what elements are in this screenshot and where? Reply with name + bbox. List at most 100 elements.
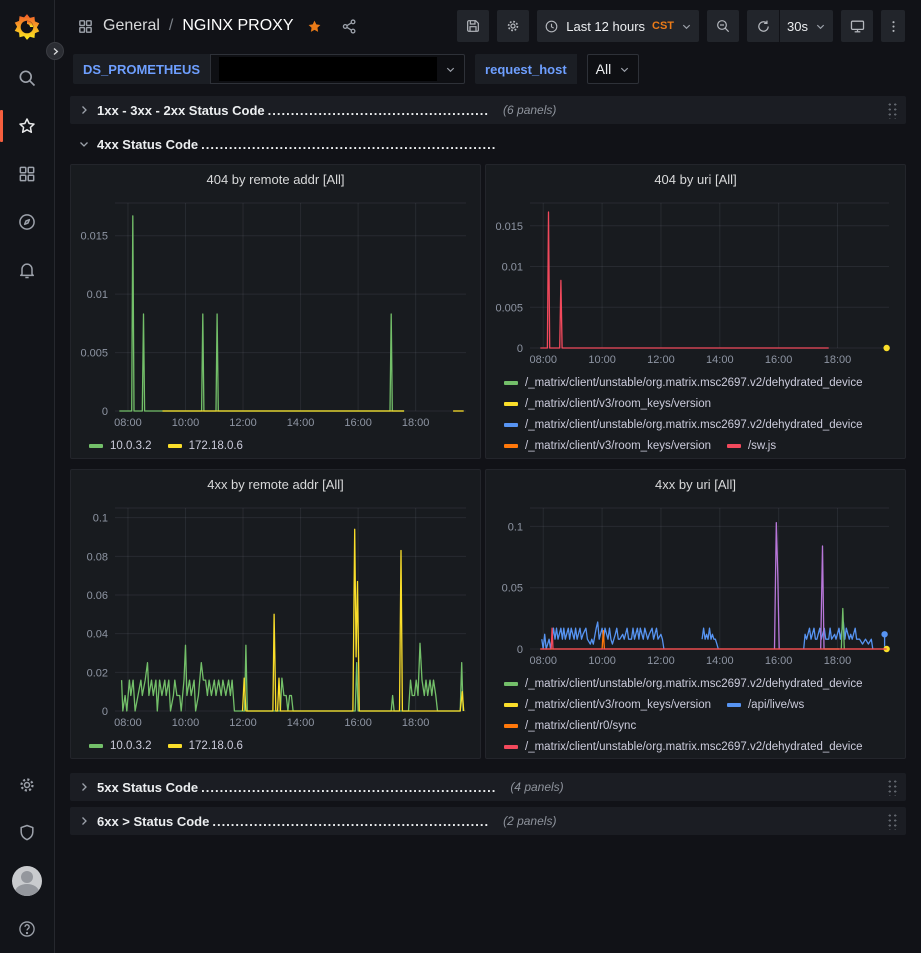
row-title: 4xx Status Code xyxy=(97,137,198,152)
more-options-button[interactable] xyxy=(881,10,905,42)
legend-swatch xyxy=(504,703,518,707)
sidebar-expand-button[interactable] xyxy=(46,42,64,60)
datasource-select[interactable] xyxy=(210,54,465,84)
legend-label: 172.18.0.6 xyxy=(189,740,243,752)
sidebar-item-explore[interactable] xyxy=(0,198,55,246)
sidebar-item-alerting[interactable] xyxy=(0,246,55,294)
panel-title[interactable]: 404 by uri [All] xyxy=(494,172,897,192)
chevron-down-icon xyxy=(815,21,826,32)
breadcrumb-folder[interactable]: General xyxy=(103,17,160,35)
x-tick-label: 08:00 xyxy=(529,655,557,667)
legend-row: /_matrix/client/unstable/org.matrix.msc2… xyxy=(504,414,897,435)
chart-404-by-uri[interactable]: 00.0050.010.01508:0010:0012:0014:0016:00… xyxy=(494,195,897,367)
dashboards-grid-icon xyxy=(17,164,37,184)
legend-item[interactable]: 172.18.0.6 xyxy=(168,740,243,752)
dashboard-settings-button[interactable] xyxy=(497,10,529,42)
sidebar-item-dashboards[interactable] xyxy=(0,150,55,198)
dashboard-toolbar: Last 12 hours CST 30s xyxy=(457,10,905,42)
legend-item[interactable]: /_matrix/client/v3/room_keys/version xyxy=(504,699,711,711)
panel-title[interactable]: 404 by remote addr [All] xyxy=(79,172,472,192)
sidebar-item-profile[interactable] xyxy=(0,857,55,905)
x-tick-label: 08:00 xyxy=(114,717,142,729)
zoom-out-button[interactable] xyxy=(707,10,739,42)
legend-item[interactable]: /_matrix/client/unstable/org.matrix.msc2… xyxy=(504,377,863,389)
legend-swatch xyxy=(504,745,518,749)
series-line xyxy=(119,216,404,411)
legend-swatch xyxy=(504,444,518,448)
sidebar-item-help[interactable] xyxy=(0,905,55,953)
sidebar-item-server-admin[interactable] xyxy=(0,809,55,857)
legend-row: /_matrix/client/v3/room_keys/version/api… xyxy=(504,694,897,715)
row-5xx[interactable]: 5xx Status Code ........................… xyxy=(70,773,906,801)
row-panel-count: (6 panels) xyxy=(503,103,556,117)
x-tick-label: 14:00 xyxy=(706,354,734,366)
x-tick-label: 10:00 xyxy=(588,655,616,667)
datasource-variable-label[interactable]: DS_PROMETHEUS xyxy=(73,54,210,84)
sidebar-item-configuration[interactable] xyxy=(0,761,55,809)
legend-label: 10.0.3.2 xyxy=(110,740,152,752)
legend-row: /_matrix/client/unstable/org.matrix.msc2… xyxy=(504,372,897,393)
kebab-menu-icon xyxy=(886,19,901,34)
panel-4xx-by-remote-addr: 4xx by remote addr [All] 00.020.040.060.… xyxy=(70,469,481,759)
legend-item[interactable]: /_matrix/client/unstable/org.matrix.msc2… xyxy=(504,678,863,690)
y-tick-label: 0 xyxy=(517,343,523,355)
row-1xx-3xx-2xx[interactable]: 1xx - 3xx - 2xx Status Code ............… xyxy=(70,96,906,124)
sidebar-item-search[interactable] xyxy=(0,54,55,102)
row-drag-handle[interactable] xyxy=(887,813,898,830)
legend-item[interactable]: /sw.js xyxy=(727,440,776,452)
row-title-dots: ........................................… xyxy=(201,137,496,152)
grafana-logo-icon xyxy=(13,13,41,41)
legend-row: /_matrix/client/unstable/org.matrix.msc2… xyxy=(504,673,897,694)
refresh-button[interactable] xyxy=(747,10,779,42)
legend-label: /api/live/ws xyxy=(748,699,804,711)
panel-title[interactable]: 4xx by remote addr [All] xyxy=(79,477,472,497)
chart-legend: /_matrix/client/unstable/org.matrix.msc2… xyxy=(494,673,897,757)
refresh-interval-dropdown[interactable]: 30s xyxy=(780,10,833,42)
x-tick-label: 14:00 xyxy=(706,655,734,667)
legend-item[interactable]: /api/live/ws xyxy=(727,699,804,711)
row-drag-handle[interactable] xyxy=(887,779,898,796)
row-6xx[interactable]: 6xx > Status Code ......................… xyxy=(70,807,906,835)
share-icon[interactable] xyxy=(341,18,358,35)
legend-item[interactable]: /_matrix/client/r0/sync xyxy=(504,720,636,732)
request-host-variable-label[interactable]: request_host xyxy=(475,54,577,84)
row-4xx[interactable]: 4xx Status Code ........................… xyxy=(70,130,906,158)
breadcrumb-separator: / xyxy=(169,17,173,35)
favorite-star-icon[interactable] xyxy=(307,19,322,34)
y-tick-label: 0 xyxy=(517,644,523,656)
series-point xyxy=(881,631,887,637)
dashboard-title[interactable]: NGINX PROXY xyxy=(182,17,293,35)
x-tick-label: 18:00 xyxy=(824,655,852,667)
sidebar-item-starred[interactable] xyxy=(0,102,55,150)
row-drag-handle[interactable] xyxy=(887,102,898,119)
chart-4xx-by-uri[interactable]: 00.050.108:0010:0012:0014:0016:0018:00 xyxy=(494,500,897,668)
save-dashboard-button[interactable] xyxy=(457,10,489,42)
chart-404-by-remote-addr[interactable]: 00.0050.010.01508:0010:0012:0014:0016:00… xyxy=(79,195,474,430)
cycle-view-mode-button[interactable] xyxy=(841,10,873,42)
star-icon xyxy=(17,116,37,136)
legend-item[interactable]: /_matrix/client/unstable/org.matrix.msc2… xyxy=(504,419,863,431)
legend-item[interactable]: /_matrix/client/v3/room_keys/version xyxy=(504,398,711,410)
chart-4xx-by-remote-addr[interactable]: 00.020.040.060.080.108:0010:0012:0014:00… xyxy=(79,500,474,730)
refresh-group: 30s xyxy=(747,10,833,42)
panel-title[interactable]: 4xx by uri [All] xyxy=(494,477,897,497)
row-title: 5xx Status Code xyxy=(97,780,198,795)
x-tick-label: 14:00 xyxy=(287,417,315,429)
x-tick-label: 18:00 xyxy=(402,417,430,429)
request-host-select[interactable]: All xyxy=(587,54,640,84)
legend-label: /_matrix/client/unstable/org.matrix.msc2… xyxy=(525,419,863,431)
y-tick-label: 0 xyxy=(102,406,108,418)
time-range-picker[interactable]: Last 12 hours CST xyxy=(537,10,699,42)
legend-item[interactable]: /_matrix/client/v3/room_keys/version xyxy=(504,440,711,452)
legend-item[interactable]: 172.18.0.6 xyxy=(168,440,243,452)
x-tick-label: 08:00 xyxy=(114,417,142,429)
row-title-dots: ........................................… xyxy=(212,814,489,829)
legend-item[interactable]: 10.0.3.2 xyxy=(89,740,152,752)
legend-item[interactable]: /_matrix/client/unstable/org.matrix.msc2… xyxy=(504,741,863,753)
sidebar xyxy=(0,0,55,953)
legend-item[interactable]: 10.0.3.2 xyxy=(89,440,152,452)
monitor-icon xyxy=(849,18,866,35)
legend-row: /_matrix/client/v3/room_keys/version xyxy=(504,393,897,414)
variable-request-host: request_host xyxy=(475,54,577,84)
chart-legend: /_matrix/client/unstable/org.matrix.msc2… xyxy=(494,372,897,456)
